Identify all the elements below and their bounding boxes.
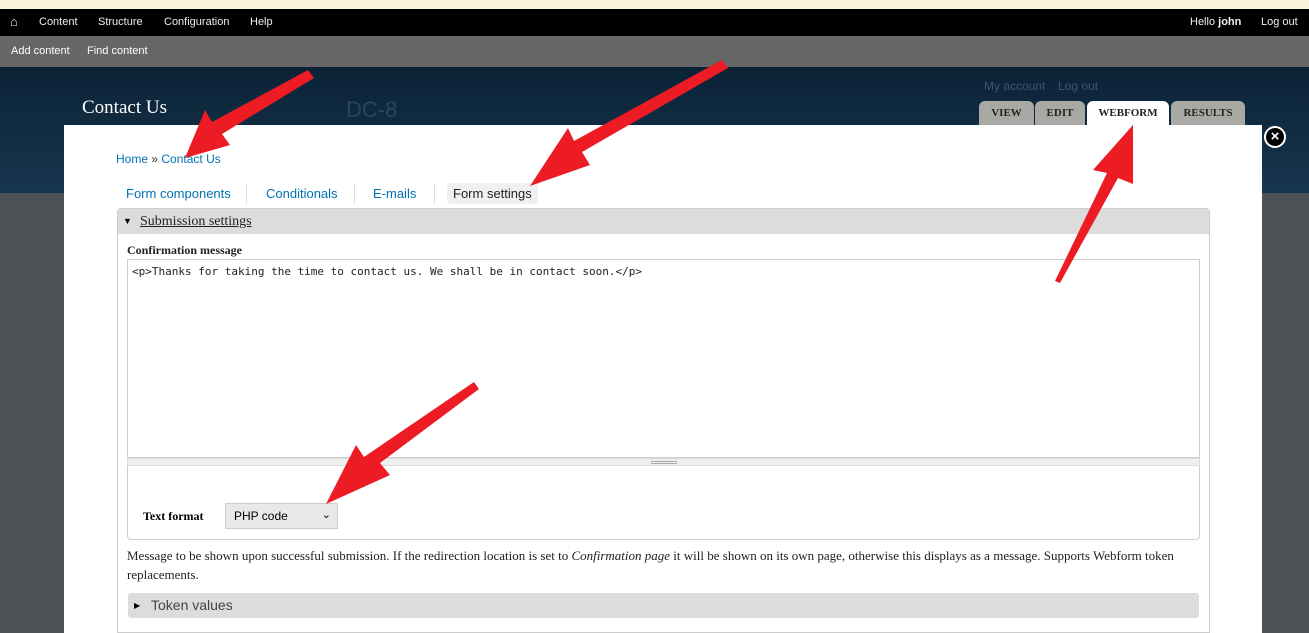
tab-divider — [354, 184, 355, 204]
greeting: Hello john — [1190, 16, 1241, 28]
breadcrumb-current[interactable]: Contact Us — [161, 152, 220, 166]
username[interactable]: john — [1218, 16, 1241, 28]
description-text: Message to be shown upon successful subm… — [127, 548, 572, 563]
shortcut-find-content[interactable]: Find content — [87, 45, 148, 57]
breadcrumb-separator: » — [151, 152, 159, 166]
admin-toolbar: ⌂ Content Structure Configuration Help H… — [0, 9, 1309, 36]
tab-divider — [434, 184, 435, 204]
textarea-resize-grip[interactable] — [127, 458, 1200, 466]
token-values-toggle[interactable]: ▶ Token values — [128, 593, 1199, 618]
greeting-text: Hello — [1190, 16, 1216, 28]
tab-view[interactable]: VIEW — [979, 101, 1034, 125]
toolbar-configuration[interactable]: Configuration — [164, 16, 229, 28]
text-format-label: Text format — [143, 509, 204, 523]
page-title: Contact Us — [82, 97, 167, 118]
tab-form-components[interactable]: Form components — [126, 186, 231, 201]
confirmation-message-label: Confirmation message — [127, 243, 242, 257]
tab-webform[interactable]: WEBFORM — [1087, 101, 1169, 125]
tab-form-settings[interactable]: Form settings — [447, 183, 538, 204]
breadcrumb-home[interactable]: Home — [116, 152, 148, 166]
tab-divider — [246, 184, 247, 204]
caret-right-icon: ▶ — [134, 601, 141, 610]
browser-bookmarks-strip — [0, 0, 1309, 9]
tab-conditionals[interactable]: Conditionals — [266, 186, 338, 201]
text-format-select[interactable]: PHP code ⌄ — [225, 503, 338, 529]
chevron-down-icon: ⌄ — [321, 509, 331, 521]
confirmation-message-textarea[interactable]: <p>Thanks for taking the time to contact… — [127, 259, 1200, 458]
fieldset-legend[interactable]: Submission settings — [140, 214, 252, 230]
description-emphasis: Confirmation page — [571, 548, 671, 563]
shortcut-add-content[interactable]: Add content — [11, 45, 70, 57]
toolbar-content[interactable]: Content — [39, 16, 78, 28]
toolbar-structure[interactable]: Structure — [98, 16, 143, 28]
tab-edit[interactable]: EDIT — [1035, 101, 1085, 125]
shortcuts-bar: Add content Find content — [0, 36, 1309, 67]
home-icon[interactable]: ⌂ — [10, 14, 18, 29]
toolbar-help[interactable]: Help — [250, 16, 273, 28]
close-icon[interactable]: × — [1264, 126, 1286, 148]
toolbar-logout[interactable]: Log out — [1261, 16, 1298, 28]
tab-results[interactable]: RESULTS — [1171, 101, 1245, 125]
submission-settings-toggle[interactable]: ▼ Submission settings — [118, 209, 1209, 234]
site-name[interactable]: DC-8 — [346, 97, 397, 123]
field-description: Message to be shown upon successful subm… — [127, 546, 1202, 584]
token-values-label[interactable]: Token values — [151, 597, 233, 613]
logout-link[interactable]: Log out — [1058, 79, 1098, 93]
caret-down-icon: ▼ — [123, 216, 132, 226]
my-account-link[interactable]: My account — [984, 79, 1045, 93]
breadcrumb: Home » Contact Us — [116, 152, 221, 166]
tab-emails[interactable]: E-mails — [373, 186, 416, 201]
text-format-selected: PHP code — [234, 509, 288, 523]
